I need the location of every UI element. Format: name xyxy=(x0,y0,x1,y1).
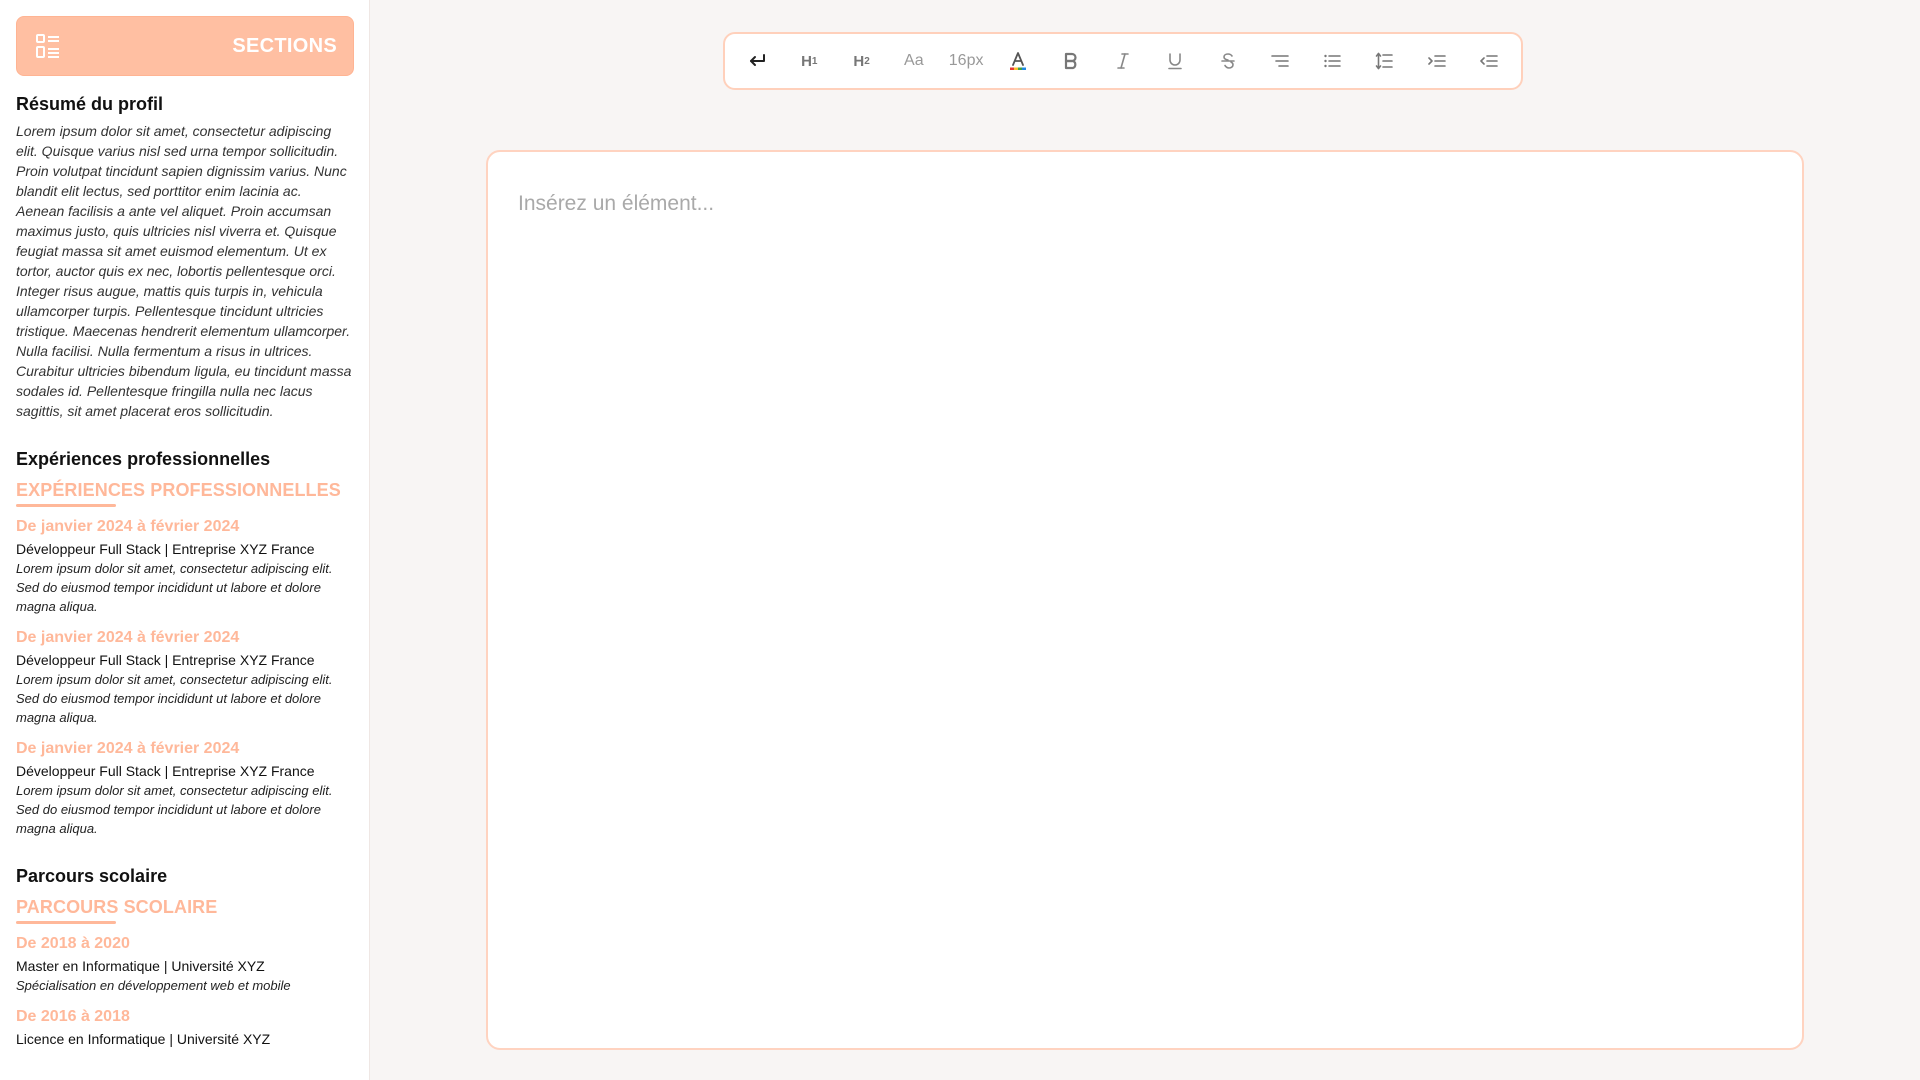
editor-area[interactable] xyxy=(486,150,1804,1050)
h1-icon[interactable]: H1 xyxy=(789,41,829,81)
entry-description: Lorem ipsum dolor sit amet, consectetur … xyxy=(16,672,333,725)
font-family-icon[interactable]: Aa xyxy=(894,41,934,81)
line-height-icon[interactable] xyxy=(1364,41,1404,81)
entry-description: Spécialisation en développement web et m… xyxy=(16,978,291,993)
italic-icon[interactable] xyxy=(1103,41,1143,81)
h1-sub: 1 xyxy=(811,55,818,67)
entry-role: Développeur Full Stack | Entreprise XYZ … xyxy=(16,652,315,668)
experience-entry: De janvier 2024 à février 2024 Développe… xyxy=(16,517,353,616)
education-entry: De 2018 à 2020 Master en Informatique | … xyxy=(16,934,353,995)
font-size-icon[interactable]: 16px xyxy=(946,41,986,81)
entry-date: De 2018 à 2020 xyxy=(16,935,130,952)
align-icon[interactable] xyxy=(1260,41,1300,81)
h1-label: H xyxy=(801,52,812,70)
entry-date: De janvier 2024 à février 2024 xyxy=(16,629,240,646)
experience-section-title[interactable]: Expériences professionnelles xyxy=(16,449,353,470)
undo-icon[interactable] xyxy=(737,41,777,81)
formatting-toolbar: H1 H2 Aa 16px xyxy=(723,32,1523,90)
indent-icon[interactable] xyxy=(1417,41,1457,81)
entry-date: De janvier 2024 à février 2024 xyxy=(16,518,240,535)
profile-summary-text: Lorem ipsum dolor sit amet, consectetur … xyxy=(16,123,352,419)
experience-entry: De janvier 2024 à février 2024 Développe… xyxy=(16,739,353,838)
experience-heading-underline xyxy=(16,504,116,507)
entry-role: Master en Informatique | Université XYZ xyxy=(16,958,265,974)
sidebar: SECTIONS Résumé du profil Lorem ipsum do… xyxy=(0,0,370,1080)
underline-icon[interactable] xyxy=(1155,41,1195,81)
sections-button[interactable]: SECTIONS xyxy=(16,16,354,76)
sections-list-icon xyxy=(35,33,61,59)
entry-role: Développeur Full Stack | Entreprise XYZ … xyxy=(16,541,315,557)
education-heading: PARCOURS SCOLAIRE xyxy=(16,897,218,917)
strikethrough-icon[interactable] xyxy=(1208,41,1248,81)
editor-input[interactable] xyxy=(518,184,1772,224)
entry-description: Lorem ipsum dolor sit amet, consectetur … xyxy=(16,561,333,614)
entry-date: De 2016 à 2018 xyxy=(16,1008,130,1025)
entry-role: Développeur Full Stack | Entreprise XYZ … xyxy=(16,763,315,779)
education-entry: De 2016 à 2018 Licence en Informatique |… xyxy=(16,1007,353,1048)
bullet-list-icon[interactable] xyxy=(1312,41,1352,81)
experience-heading: EXPÉRIENCES PROFESSIONNELLES xyxy=(16,480,341,500)
entry-description: Lorem ipsum dolor sit amet, consectetur … xyxy=(16,783,333,836)
education-heading-underline xyxy=(16,921,116,924)
h2-label: H xyxy=(853,52,865,70)
education-section-title[interactable]: Parcours scolaire xyxy=(16,866,353,887)
entry-role: Licence en Informatique | Université XYZ xyxy=(16,1031,271,1047)
bold-icon[interactable] xyxy=(1051,41,1091,81)
text-color-icon[interactable] xyxy=(998,41,1038,81)
outdent-icon[interactable] xyxy=(1469,41,1509,81)
sections-button-label: SECTIONS xyxy=(232,34,337,57)
entry-date: De janvier 2024 à février 2024 xyxy=(16,740,240,757)
h2-icon[interactable]: H2 xyxy=(842,41,882,81)
experience-entry: De janvier 2024 à février 2024 Développe… xyxy=(16,628,353,727)
profile-section-title[interactable]: Résumé du profil xyxy=(16,94,353,115)
h2-sub: 2 xyxy=(864,55,870,67)
